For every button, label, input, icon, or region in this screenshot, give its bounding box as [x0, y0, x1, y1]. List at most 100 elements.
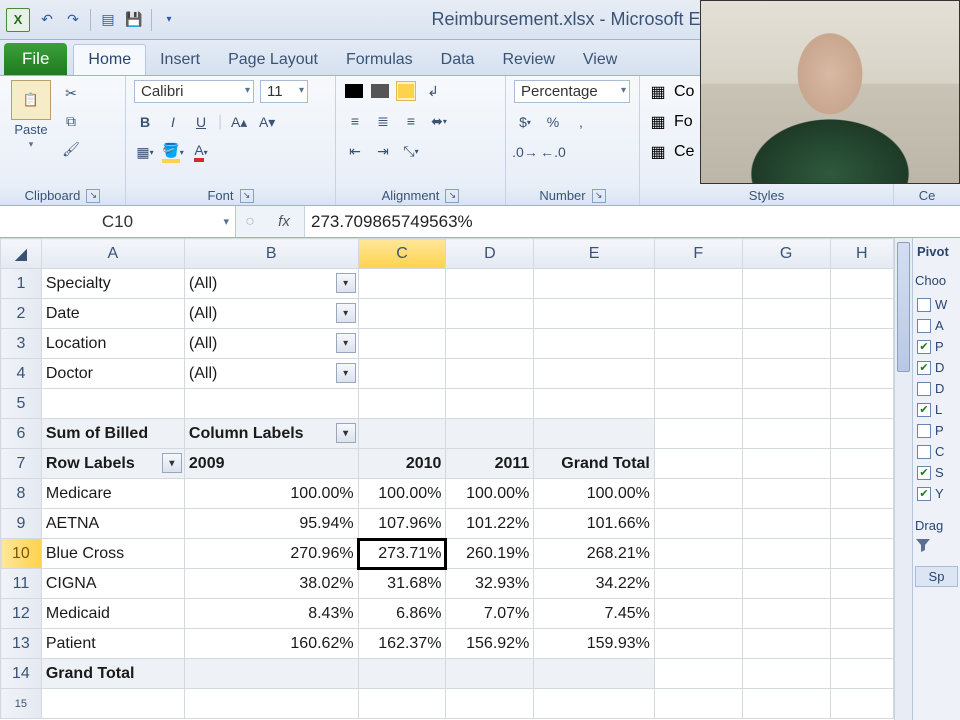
- decrease-decimal-button[interactable]: ←.0: [542, 141, 564, 163]
- shrink-font-button[interactable]: A▾: [256, 111, 278, 133]
- tab-review[interactable]: Review: [488, 45, 568, 75]
- row-labels-dropdown[interactable]: ▾: [162, 453, 182, 473]
- group-cells-label: Ce: [919, 188, 936, 203]
- percent-button[interactable]: %: [542, 111, 564, 133]
- comma-button[interactable]: ,: [570, 111, 592, 133]
- align-center-button[interactable]: ≣: [372, 110, 394, 132]
- fieldlist-item[interactable]: ✔S: [915, 462, 958, 483]
- col-H[interactable]: H: [830, 239, 893, 269]
- filter-location-dropdown[interactable]: ▾: [336, 333, 356, 353]
- checkbox-icon[interactable]: ✔: [917, 403, 931, 417]
- tab-insert[interactable]: Insert: [146, 45, 214, 75]
- format-painter-button[interactable]: 🖌: [60, 138, 82, 160]
- checkbox-icon[interactable]: [917, 382, 931, 396]
- filter-specialty-dropdown[interactable]: ▾: [336, 273, 356, 293]
- tab-formulas[interactable]: Formulas: [332, 45, 427, 75]
- underline-button[interactable]: U: [190, 111, 212, 133]
- col-D[interactable]: D: [446, 239, 534, 269]
- bold-button[interactable]: B: [134, 111, 156, 133]
- tab-data[interactable]: Data: [427, 45, 489, 75]
- currency-button[interactable]: $▾: [514, 111, 536, 133]
- col-A[interactable]: A: [41, 239, 184, 269]
- font-name-select[interactable]: Calibri▾: [134, 80, 254, 103]
- font-size-select[interactable]: 11▾: [260, 80, 308, 103]
- fieldlist-item[interactable]: C: [915, 441, 958, 462]
- save-button[interactable]: 💾: [125, 11, 143, 29]
- spreadsheet-grid[interactable]: ◢ A B C D E F G H 1 Specialty (All)▾ 2 D…: [0, 238, 894, 719]
- increase-indent-button[interactable]: ⇥: [372, 140, 394, 162]
- wrap-text-button[interactable]: ↲: [422, 80, 444, 102]
- font-launcher[interactable]: ↘: [240, 189, 254, 203]
- filter-date-dropdown[interactable]: ▾: [336, 303, 356, 323]
- scrollbar-thumb[interactable]: [897, 242, 910, 372]
- name-box[interactable]: C10▾: [0, 206, 236, 237]
- vertical-scrollbar[interactable]: [894, 238, 912, 720]
- number-format-select[interactable]: Percentage▾: [514, 80, 630, 103]
- checkbox-icon[interactable]: [917, 424, 931, 438]
- filter-icon: [915, 537, 931, 553]
- paste-button[interactable]: 📋 Paste ▾: [8, 80, 54, 150]
- fieldlist-item[interactable]: D: [915, 378, 958, 399]
- fx-icon[interactable]: fx: [264, 213, 304, 230]
- copy-button[interactable]: ⧉: [60, 110, 82, 132]
- border-button[interactable]: ▦▾: [134, 141, 156, 163]
- col-G[interactable]: G: [742, 239, 830, 269]
- checkbox-icon[interactable]: [917, 445, 931, 459]
- select-all-corner[interactable]: ◢: [1, 239, 42, 269]
- undo-button[interactable]: ↶: [38, 11, 56, 29]
- tab-file[interactable]: File: [4, 43, 67, 75]
- tab-page-layout[interactable]: Page Layout: [214, 45, 332, 75]
- fieldlist-item[interactable]: ✔L: [915, 399, 958, 420]
- save-as-button[interactable]: ▤: [99, 11, 117, 29]
- cut-button[interactable]: ✂: [60, 82, 82, 104]
- fieldlist-item-label: Y: [935, 486, 944, 501]
- conditional-formatting-button[interactable]: ▦Co: [648, 82, 694, 102]
- align-right-button[interactable]: ≡: [400, 110, 422, 132]
- qat-dropdown[interactable]: ▾: [160, 11, 178, 29]
- checkbox-icon[interactable]: [917, 298, 931, 312]
- column-labels-dropdown[interactable]: ▾: [336, 423, 356, 443]
- redo-button[interactable]: ↷: [64, 11, 82, 29]
- col-C[interactable]: C: [358, 239, 446, 269]
- col-B[interactable]: B: [184, 239, 358, 269]
- fieldlist-item[interactable]: A: [915, 315, 958, 336]
- col-F[interactable]: F: [654, 239, 742, 269]
- middle-border-icon[interactable]: [370, 81, 390, 101]
- alignment-launcher[interactable]: ↘: [445, 189, 459, 203]
- increase-decimal-button[interactable]: .0→: [514, 141, 536, 163]
- decrease-indent-button[interactable]: ⇤: [344, 140, 366, 162]
- top-border-icon[interactable]: [344, 81, 364, 101]
- formula-input[interactable]: 273.709865749563%: [304, 206, 960, 237]
- grow-font-button[interactable]: A▴: [228, 111, 250, 133]
- fieldlist-item[interactable]: P: [915, 420, 958, 441]
- checkbox-icon[interactable]: ✔: [917, 487, 931, 501]
- filter-doctor-dropdown[interactable]: ▾: [336, 363, 356, 383]
- col-E[interactable]: E: [534, 239, 655, 269]
- font-color-button[interactable]: A▾: [190, 141, 212, 163]
- checkbox-icon[interactable]: [917, 319, 931, 333]
- table-row: 6 Sum of Billed Column Labels▾: [1, 419, 894, 449]
- clipboard-launcher[interactable]: ↘: [86, 189, 100, 203]
- number-launcher[interactable]: ↘: [592, 189, 606, 203]
- cell-styles-button[interactable]: ▦Ce: [648, 142, 694, 162]
- fill-color-button[interactable]: 🪣▾: [162, 141, 184, 163]
- align-left-button[interactable]: ≡: [344, 110, 366, 132]
- active-cell[interactable]: 273.71%: [358, 539, 446, 569]
- checkbox-icon[interactable]: ✔: [917, 466, 931, 480]
- fieldlist-item[interactable]: ✔D: [915, 357, 958, 378]
- tab-home[interactable]: Home: [73, 44, 146, 75]
- fieldlist-item[interactable]: W: [915, 294, 958, 315]
- checkbox-icon[interactable]: ✔: [917, 340, 931, 354]
- table-row: 1 Specialty (All)▾: [1, 269, 894, 299]
- fieldlist-item[interactable]: ✔P: [915, 336, 958, 357]
- fieldlist-item[interactable]: ✔Y: [915, 483, 958, 504]
- format-as-table-button[interactable]: ▦Fo: [648, 112, 694, 132]
- column-headers[interactable]: ◢ A B C D E F G H: [1, 239, 894, 269]
- tab-view[interactable]: View: [569, 45, 631, 75]
- orientation-button[interactable]: ⤡▾: [400, 140, 422, 162]
- bottom-border-icon[interactable]: [396, 81, 416, 101]
- merge-button[interactable]: ⬌▾: [428, 110, 450, 132]
- italic-button[interactable]: I: [162, 111, 184, 133]
- checkbox-icon[interactable]: ✔: [917, 361, 931, 375]
- fieldlist-area-item[interactable]: Sp: [915, 566, 958, 587]
